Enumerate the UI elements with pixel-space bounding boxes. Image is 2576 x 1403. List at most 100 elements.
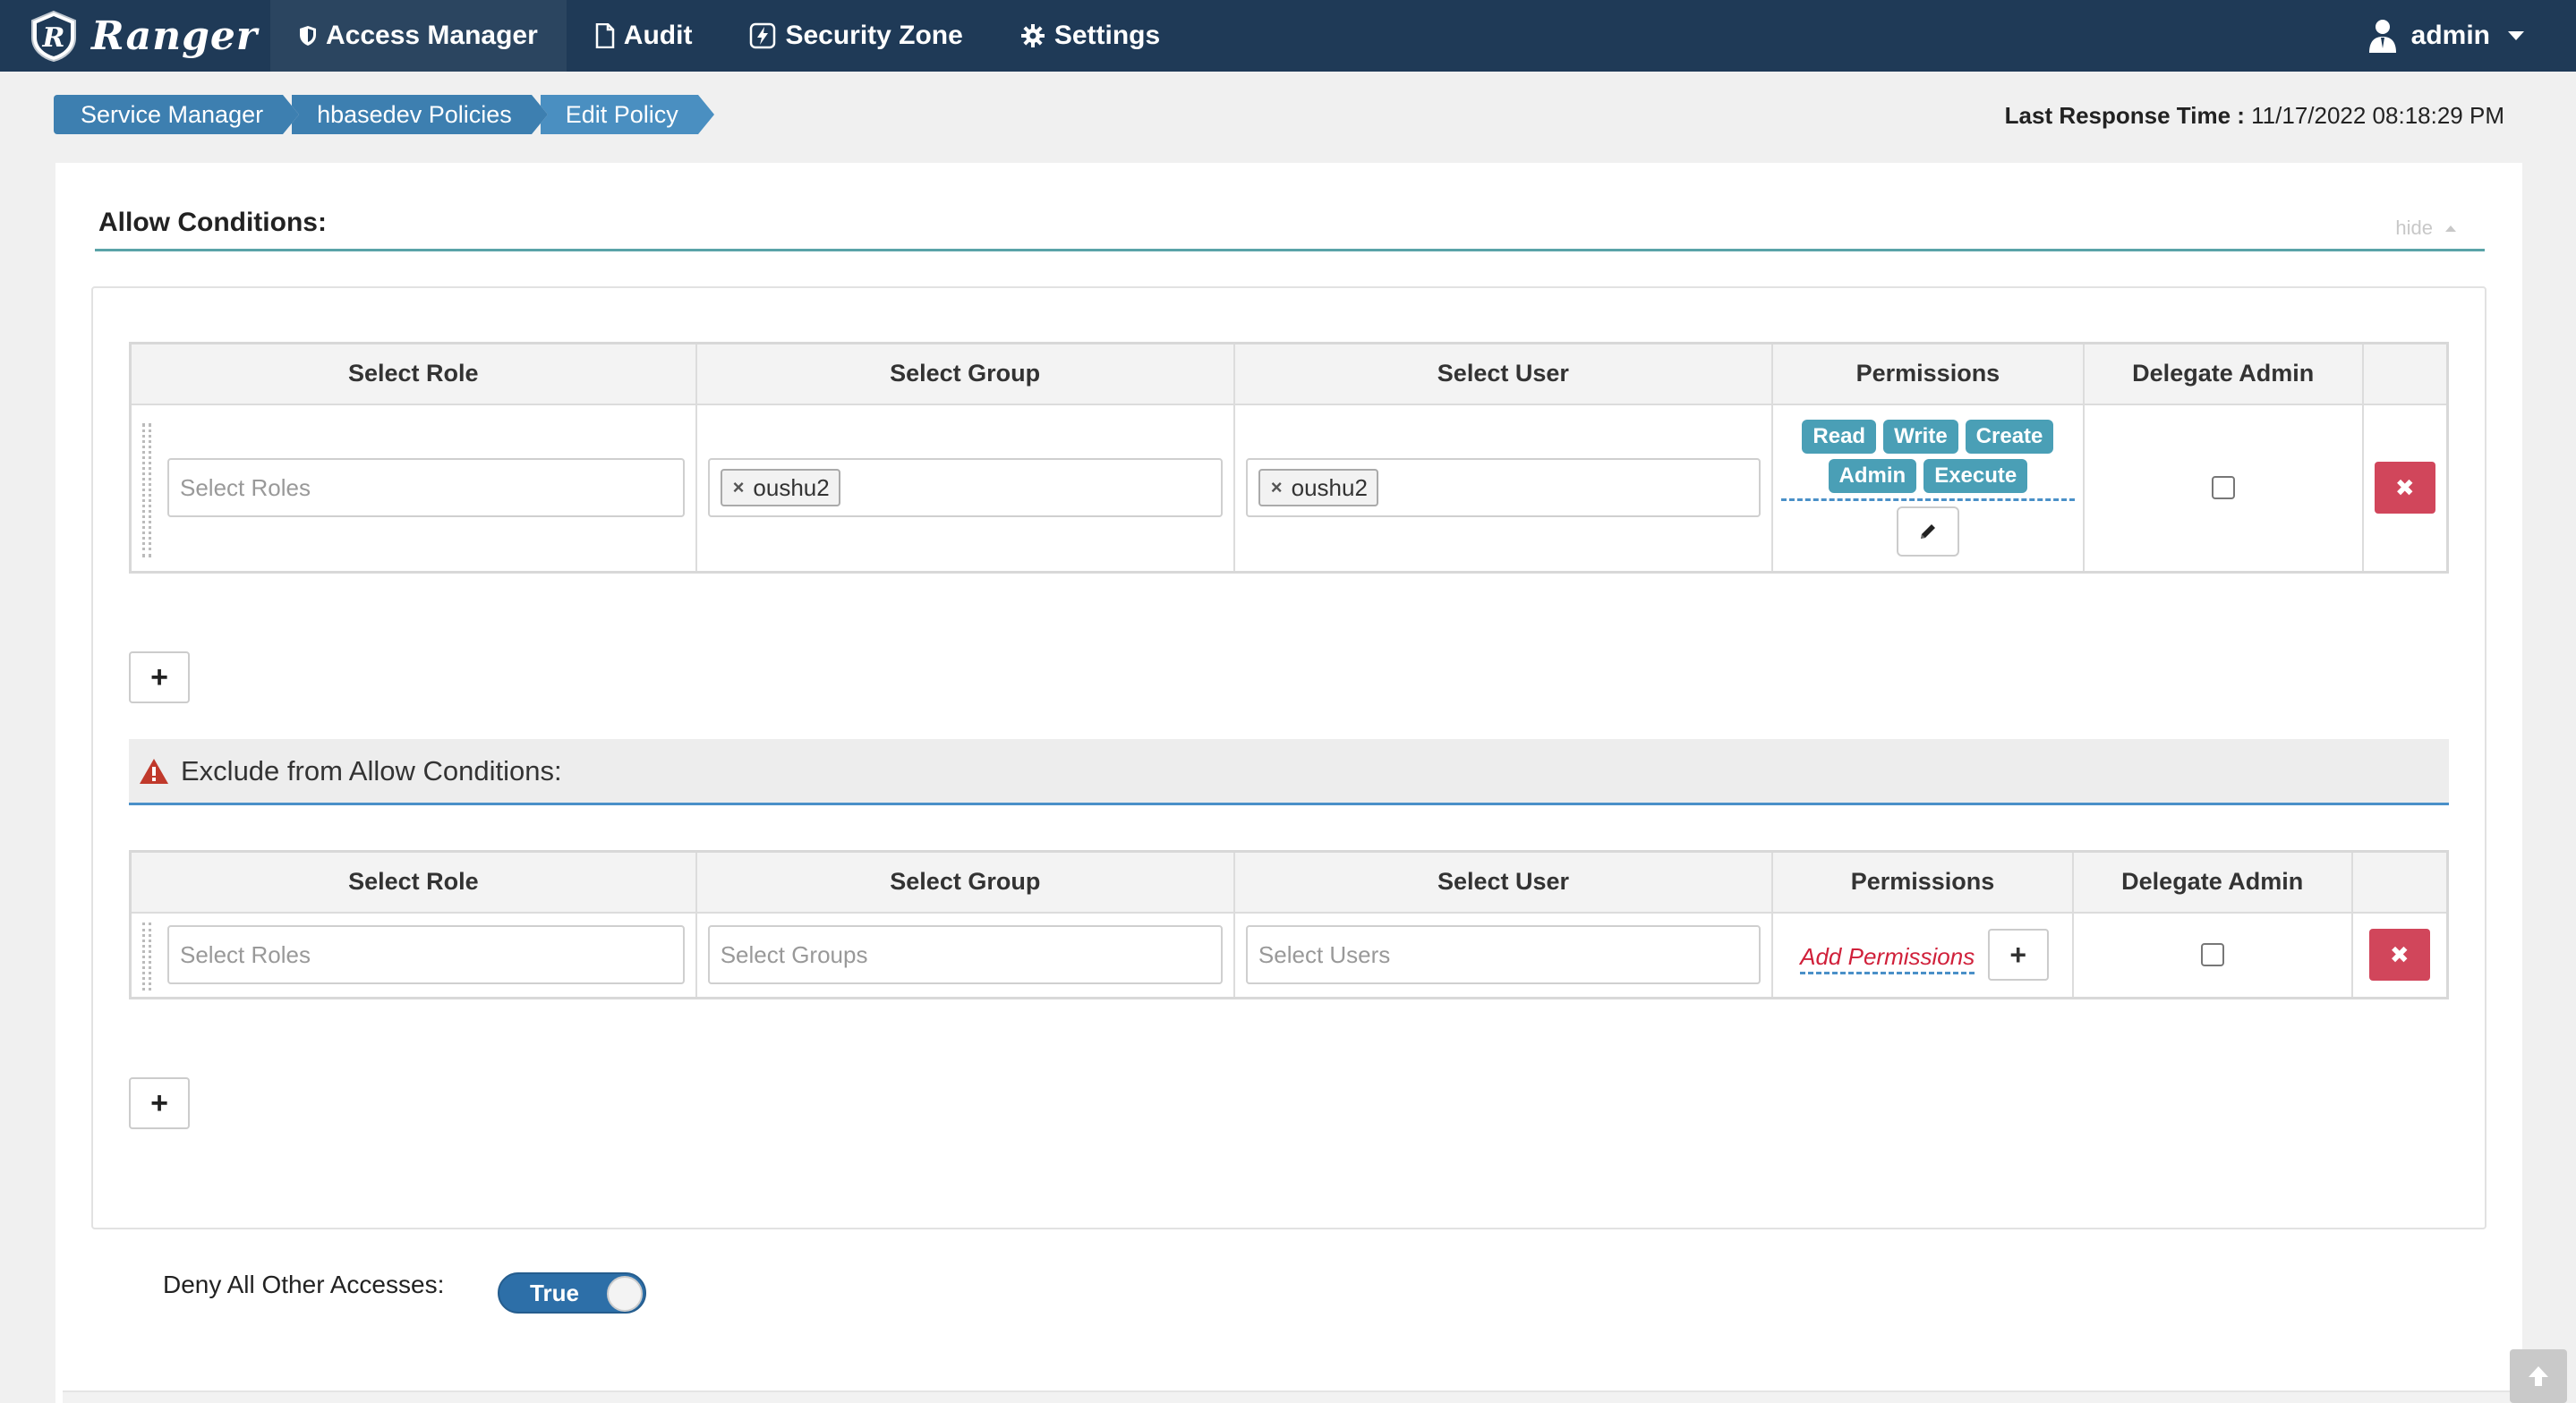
plus-icon: + <box>2009 938 2026 971</box>
select-groups-placeholder: Select Groups <box>720 940 868 968</box>
deny-all-label: Deny All Other Accesses: <box>163 1271 445 1298</box>
breadcrumb-service-manager[interactable]: Service Manager <box>54 95 300 134</box>
select-roles-input[interactable]: Select Roles <box>167 458 685 518</box>
select-users-input[interactable]: Select Users <box>1245 925 1761 985</box>
arrow-up-icon <box>2529 1366 2548 1386</box>
select-roles-placeholder: Select Roles <box>180 940 311 968</box>
user-icon <box>2368 20 2396 53</box>
permission-badge-read: Read <box>1802 419 1877 454</box>
delegate-admin-checkbox[interactable] <box>2211 476 2235 500</box>
add-permissions-link[interactable]: Add Permissions <box>1800 942 1975 974</box>
table-row: Select Roles Select Groups Select Users <box>131 912 2448 999</box>
conditions-container: Select Role Select Group Select User Per… <box>91 286 2486 1229</box>
user-tag-label: oushu2 <box>1291 473 1368 501</box>
nav-audit-label: Audit <box>623 21 693 50</box>
last-response-label: Last Response Time : <box>2004 102 2245 129</box>
drag-handle-icon[interactable] <box>142 922 151 991</box>
delete-row-button[interactable]: ✖ <box>2374 462 2435 514</box>
delegate-admin-cell <box>2071 912 2352 999</box>
user-cell: Select Users <box>1233 912 1773 999</box>
table-header-row: Select Role Select Group Select User Per… <box>130 851 2448 914</box>
nav-settings-label: Settings <box>1053 21 1161 50</box>
header-delegate-admin: Delegate Admin <box>2082 343 2363 405</box>
brand[interactable]: R Ranger <box>0 0 270 72</box>
permission-badge-create: Create <box>1965 419 2054 454</box>
scroll-to-top-button[interactable] <box>2510 1349 2567 1403</box>
delegate-admin-cell <box>2082 404 2363 573</box>
user-name: admin <box>2410 21 2490 50</box>
lightning-icon <box>750 22 776 49</box>
breadcrumb-policies[interactable]: hbasedev Policies <box>283 95 548 134</box>
header-actions <box>2350 851 2448 914</box>
exclude-conditions-header: Exclude from Allow Conditions: <box>129 739 2449 805</box>
gear-icon <box>1020 24 1045 47</box>
header-select-group: Select Group <box>695 851 1234 914</box>
shield-icon <box>300 26 316 46</box>
last-response-time: Last Response Time : 11/17/2022 08:18:29… <box>2005 102 2504 130</box>
select-users-placeholder: Select Users <box>1258 940 1391 968</box>
header-select-user: Select User <box>1233 851 1773 914</box>
nav-access-manager[interactable]: Access Manager <box>270 0 567 72</box>
exclude-conditions-title: Exclude from Allow Conditions: <box>181 754 562 787</box>
delete-row-button[interactable]: ✖ <box>2368 929 2430 982</box>
header-delegate-admin: Delegate Admin <box>2071 851 2352 914</box>
ranger-logo-icon: R <box>31 10 76 63</box>
chevron-up-icon <box>2445 225 2456 232</box>
user-menu[interactable]: admin <box>2367 0 2524 72</box>
deny-all-toggle[interactable]: True <box>498 1272 646 1314</box>
warning-icon <box>140 758 168 784</box>
section-divider <box>95 249 2485 251</box>
nav-access-manager-label: Access Manager <box>326 21 538 50</box>
header-permissions: Permissions <box>1771 851 2073 914</box>
nav-settings[interactable]: Settings <box>992 0 1189 72</box>
toggle-knob <box>607 1276 643 1312</box>
add-exclude-condition-button[interactable]: + <box>129 1077 190 1129</box>
breadcrumb-edit-policy: Edit Policy <box>531 95 714 134</box>
remove-tag-icon[interactable]: × <box>733 476 745 499</box>
last-response-value: 11/17/2022 08:18:29 PM <box>2251 102 2504 129</box>
table-row: Select Roles × oushu2 × oushu2 Read Writ… <box>131 404 2448 573</box>
toggle-value: True <box>530 1280 579 1306</box>
allow-conditions-table: Select Role Select Group Select User Per… <box>129 342 2449 574</box>
header-select-user: Select User <box>1233 343 1772 405</box>
add-permissions-button[interactable]: + <box>1987 929 2049 982</box>
nav-security-zone-label: Security Zone <box>785 21 963 50</box>
role-cell: Select Roles <box>131 913 696 999</box>
user-cell: × oushu2 <box>1233 404 1772 573</box>
delegate-admin-checkbox[interactable] <box>2200 943 2224 967</box>
permission-badge-execute: Execute <box>1923 458 2028 493</box>
remove-tag-icon[interactable]: × <box>1271 476 1283 499</box>
actions-cell: ✖ <box>2361 404 2448 573</box>
edit-permissions-button[interactable] <box>1896 506 1959 557</box>
table-header-row: Select Role Select Group Select User Per… <box>130 343 2448 405</box>
select-groups-input[interactable]: × oushu2 <box>707 458 1223 518</box>
plus-icon: + <box>150 1085 168 1120</box>
permissions-cell: Add Permissions + <box>1771 912 2073 999</box>
permission-badge-write: Write <box>1883 419 1958 454</box>
hide-toggle[interactable]: hide <box>2395 217 2456 240</box>
svg-text:R: R <box>42 22 65 54</box>
policy-form-panel: Allow Conditions: hide Select Role Selec… <box>55 163 2522 1403</box>
chevron-down-icon <box>2508 31 2524 40</box>
user-tag: × oushu2 <box>1258 469 1378 507</box>
group-tag-label: oushu2 <box>753 473 830 501</box>
nav-security-zone[interactable]: Security Zone <box>721 0 991 72</box>
group-cell: × oushu2 <box>695 404 1234 573</box>
close-icon: ✖ <box>2394 473 2415 501</box>
select-roles-input[interactable]: Select Roles <box>167 925 685 985</box>
select-groups-input[interactable]: Select Groups <box>707 925 1223 985</box>
pencil-icon <box>1920 523 1935 539</box>
add-allow-condition-button[interactable]: + <box>129 651 190 703</box>
header-actions <box>2361 343 2448 405</box>
permission-badges[interactable]: Read Write Create Admin Execute <box>1780 419 2075 501</box>
select-users-input[interactable]: × oushu2 <box>1245 458 1761 518</box>
top-navbar: R Ranger Access Manager Audit Security Z… <box>0 0 2576 72</box>
header-select-group: Select Group <box>695 343 1234 405</box>
nav-audit[interactable]: Audit <box>567 0 721 72</box>
close-icon: ✖ <box>2389 940 2410 968</box>
group-cell: Select Groups <box>695 912 1234 999</box>
brand-name: Ranger <box>91 13 259 59</box>
header-select-role: Select Role <box>130 851 696 914</box>
select-roles-placeholder: Select Roles <box>180 473 311 501</box>
drag-handle-icon[interactable] <box>142 422 151 557</box>
